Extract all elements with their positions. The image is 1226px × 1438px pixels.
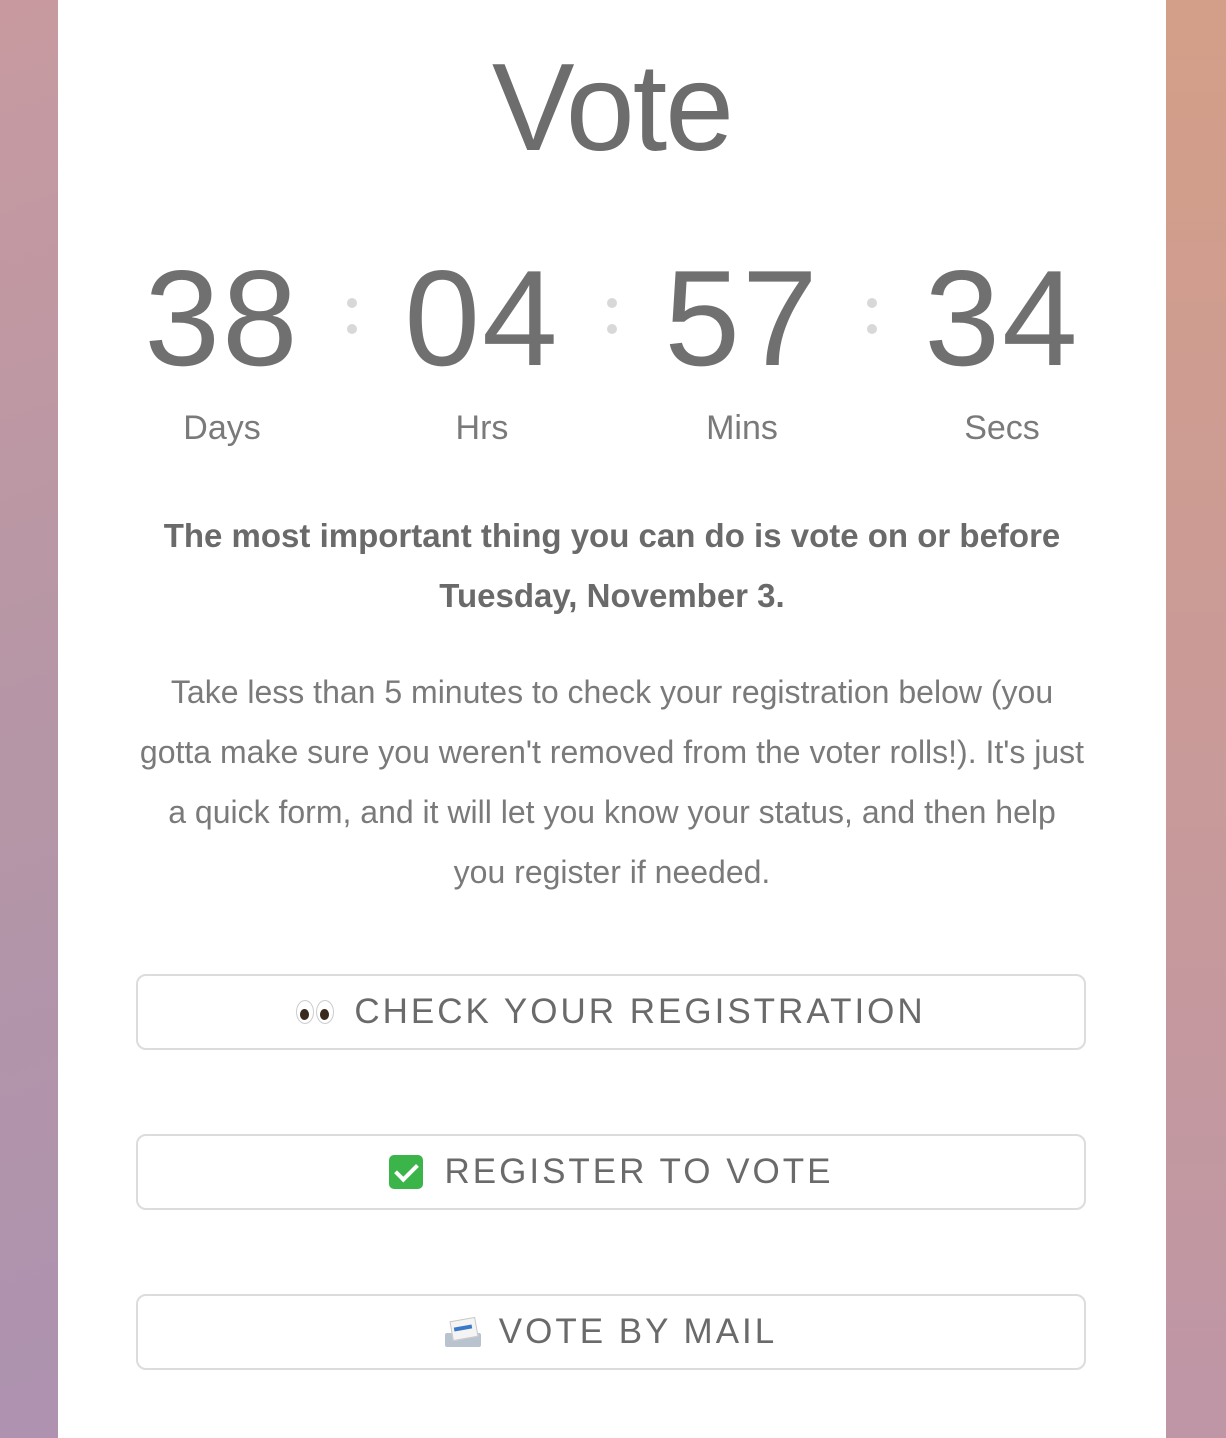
register-to-vote-button[interactable]: REGISTER TO VOTE	[136, 1134, 1086, 1210]
check-registration-label: CHECK YOUR REGISTRATION	[354, 992, 926, 1031]
incoming-envelope-icon	[444, 1316, 481, 1347]
minutes-value: 57	[664, 242, 820, 394]
countdown-hours: 04 Hrs	[382, 248, 582, 448]
page-title: Vote	[491, 39, 734, 177]
hours-value: 04	[404, 242, 560, 394]
check-mark-icon	[388, 1155, 423, 1189]
instructions-text: Take less than 5 minutes to check your r…	[139, 674, 1085, 890]
check-registration-button[interactable]: CHECK YOUR REGISTRATION	[136, 974, 1086, 1050]
deadline-headline: The most important thing you can do is v…	[163, 517, 1061, 614]
countdown-seconds: 34 Secs	[902, 248, 1102, 448]
seconds-label: Secs	[964, 409, 1040, 447]
countdown-days: 38 Days	[122, 248, 322, 448]
minutes-label: Mins	[706, 409, 778, 447]
eyes-icon	[296, 1000, 335, 1024]
countdown-separator	[607, 298, 617, 338]
main-card: Vote 38 Days 04 Hrs 57 Mins 34 Secs The …	[58, 0, 1166, 1438]
vote-by-mail-label: VOTE BY MAIL	[498, 1312, 778, 1351]
background-gradient-right	[1166, 0, 1226, 1438]
days-label: Days	[183, 409, 261, 447]
hours-label: Hrs	[455, 409, 509, 447]
register-to-vote-label: REGISTER TO VOTE	[444, 1152, 834, 1191]
seconds-value: 34	[924, 242, 1080, 394]
countdown-minutes: 57 Mins	[642, 248, 842, 448]
countdown-separator	[867, 298, 877, 338]
countdown-timer: 38 Days 04 Hrs 57 Mins 34 Secs	[58, 248, 1166, 468]
days-value: 38	[144, 242, 300, 394]
vote-by-mail-button[interactable]: VOTE BY MAIL	[136, 1294, 1086, 1370]
countdown-separator	[347, 298, 357, 338]
